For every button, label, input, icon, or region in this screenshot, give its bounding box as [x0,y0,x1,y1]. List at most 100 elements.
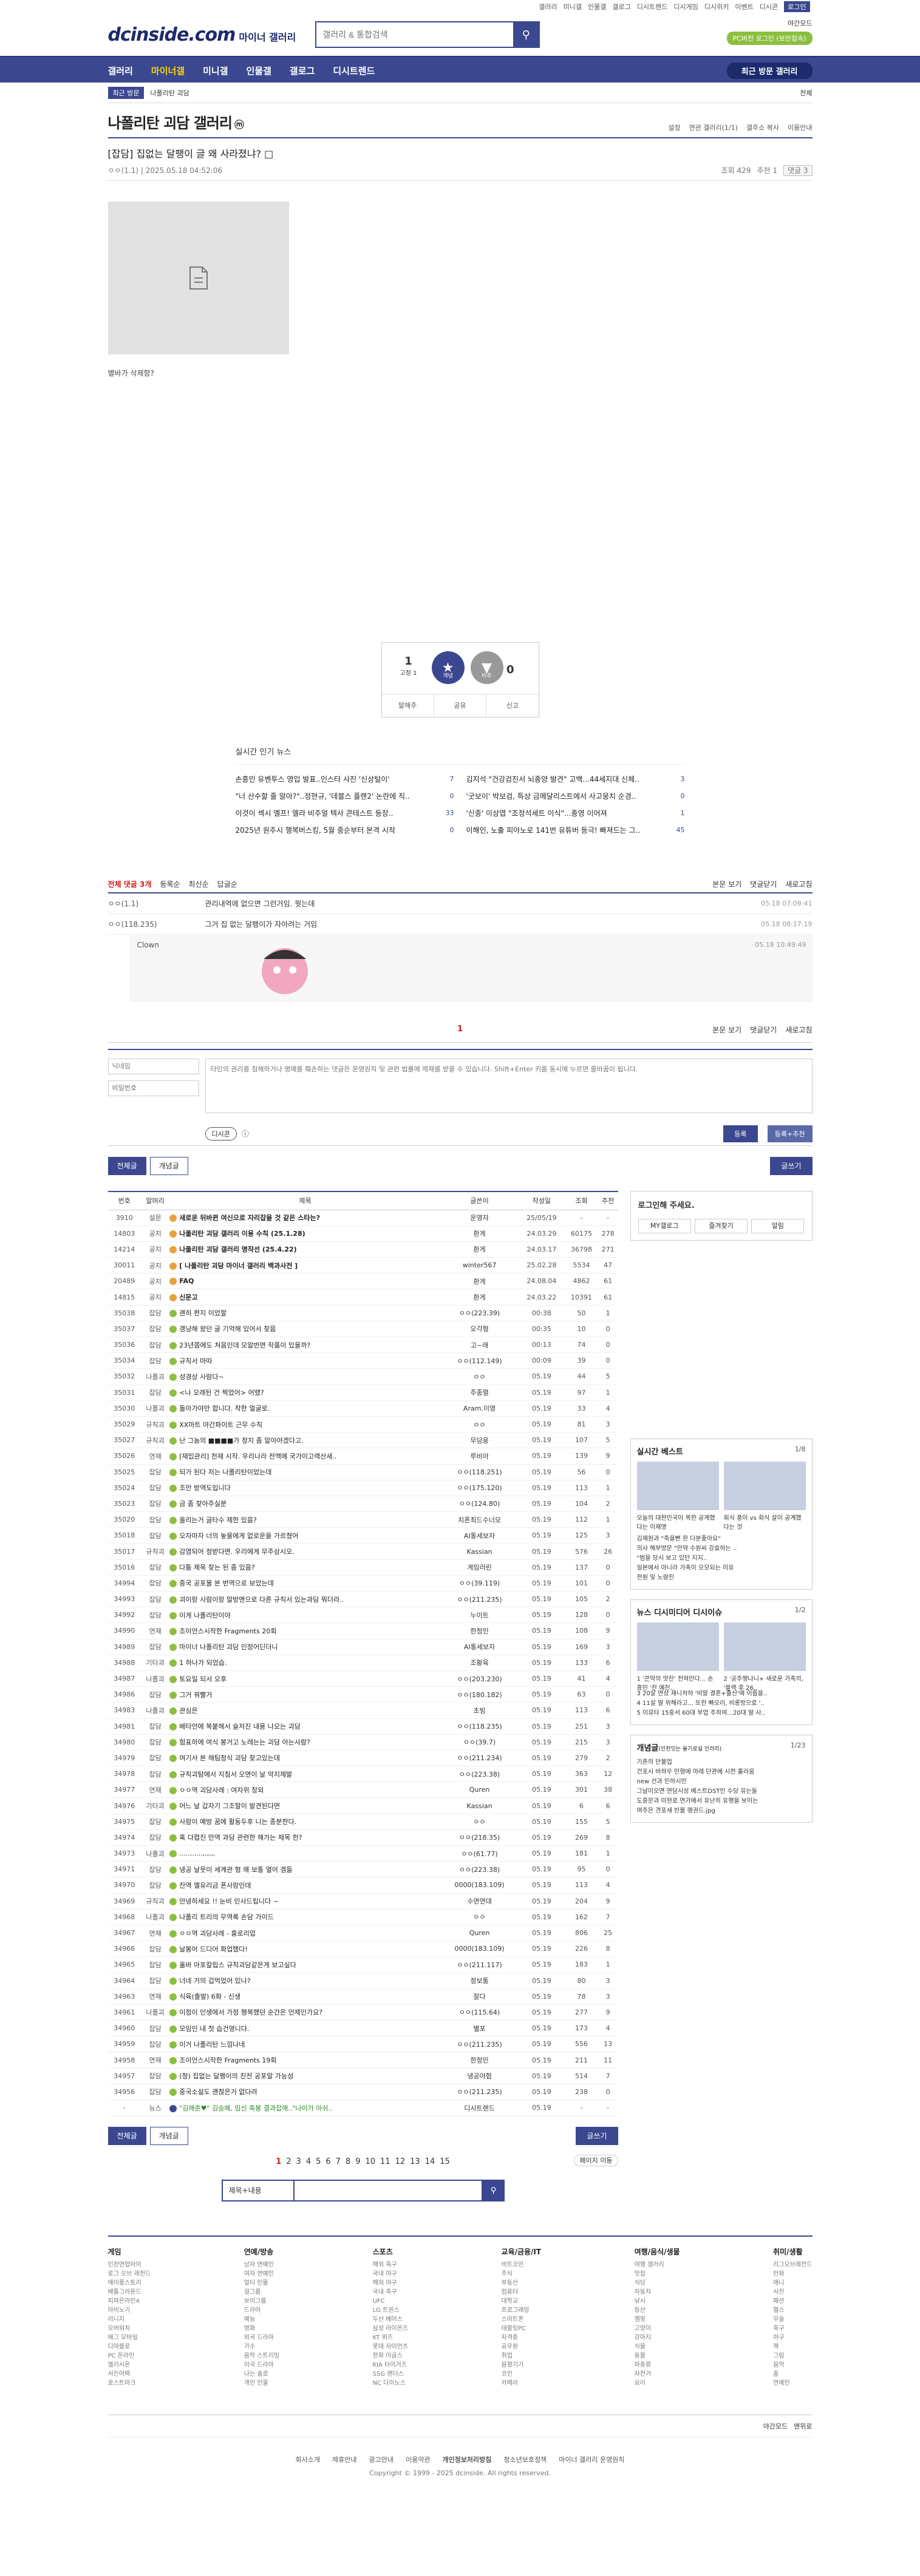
top-link[interactable]: 디시게임 [673,2,698,12]
post-title[interactable]: 이게 나폴리탄이야 [169,1607,441,1624]
post-title[interactable]: 홀바 아포칼립스 규칙괴담같은게 보고싶다 [169,1956,441,1973]
post-writer[interactable]: ㅇㅇ(211.117) [440,1956,519,1973]
submit-button[interactable]: 등록 [723,1125,758,1142]
sitemap-link[interactable]: 멀티 인물 [244,2279,279,2288]
post-title[interactable]: 조이언스시작한 Fragments 19회 [169,2052,441,2069]
post-writer[interactable]: ㅇㅇ [440,1368,519,1385]
table-row[interactable]: 34964 잡담 너네 거의 겁먹었어 있나? 정보통 05.19 80 3 [107,1973,618,1989]
news-item[interactable]: '신중' 이상엽 "조정석세트 이식"...종영 이어져 1 [466,805,685,822]
login-prompt[interactable]: 로그인해 주세요. [638,1199,805,1210]
post-writer[interactable]: 냉공야험 [440,2068,519,2084]
post-title[interactable]: 감염되어 정받다면. 우리에게 무주삼시오. [169,1543,441,1560]
refresh-link[interactable]: 새로고침 [785,879,812,889]
sort-newest[interactable]: 최신순 [189,879,209,889]
post-writer[interactable]: 치폰최드수너모 [440,1511,519,1528]
sitemap-link[interactable]: 등산 [635,2306,680,2315]
my-gallog-button[interactable]: MY갤로그 [638,1219,691,1233]
sitemap-link[interactable]: 로스트아크 [108,2379,151,2388]
search-type-select[interactable]: 제목+내용 [221,2180,295,2202]
sitemap-heading[interactable]: 스포츠 [373,2246,408,2257]
post-title[interactable]: (청) 집없는 달팽이의 친전 공포말 가능성 [169,2068,441,2084]
footer-link[interactable]: 광고안내 [369,2455,393,2464]
sitemap-link[interactable]: NC 다이노스 [373,2379,408,2388]
post-title[interactable]: 다툼 제목 찾는 된 좀 있음? [169,1559,441,1576]
post-writer[interactable]: 한청민 [440,2052,519,2069]
sitemap-link[interactable]: 음향기기 [502,2361,542,2370]
post-title[interactable]: [재밌관리] 천재 시작. 우리나라 전액에 국가이고랙산새.. [169,1448,441,1465]
top-link[interactable]: 이벤트 [735,2,753,12]
sitemap-link[interactable]: 영화 [244,2324,279,2333]
table-row[interactable]: 34992 잡담 이게 나폴리탄이야 누이트 05.19 128 0 [107,1607,618,1624]
news-item[interactable]: 5 이뮤타 15중서 60대 부업 주하여...20대 딸 사.. [637,1709,806,1718]
table-row[interactable]: 34990 연재 조이언스시작한 Fragments 20회 한청민 05.19 108 9 [107,1622,618,1639]
post-comment-count[interactable]: 댓글 3 [783,165,813,176]
best-item[interactable]: 의사 해부방문 "만약 수원씨 강효하는 .. [637,1544,806,1554]
comment-nick[interactable]: ㅇㅇ(1.1) [108,898,205,909]
sitemap-link[interactable]: LG 트윈스 [373,2306,408,2315]
gallery-option[interactable]: 갤주소 복사 [746,123,779,132]
tab-all[interactable]: 전체글 [107,2127,146,2146]
page-link[interactable]: 5 [316,2157,321,2166]
table-row[interactable]: 20489 공지 FAQ 환게 24.08.04 4862 61 [107,1273,618,1290]
sitemap-heading[interactable]: 여행/음식/생물 [635,2246,680,2257]
table-row[interactable]: 35016 잡담 다툼 제목 찾는 된 좀 있음? 게임러린 05.19 137 0 [107,1559,618,1576]
sitemap-heading[interactable]: 게임 [108,2246,151,2257]
post-title[interactable]: 이정이 인생에서 가정 행복했던 순간은 언제인가요? [169,2004,441,2021]
comment-textarea[interactable] [205,1059,813,1113]
sitemap-link[interactable]: 사진 [773,2288,812,2297]
post-writer[interactable]: ㅇㅇ(61.77) [440,1845,519,1862]
recommend-button[interactable]: ★ 개념 [431,651,465,684]
sitemap-link[interactable]: 해외 야구 [373,2279,408,2288]
post-writer[interactable]: 루비아 [440,1448,519,1465]
post-title[interactable]: 올리는거 글타수 제한 있음? [169,1511,441,1528]
table-row[interactable]: 34958 연재 조이언스시작한 Fragments 19회 한청민 05.19 211 1… [107,2052,618,2069]
top-link[interactable]: 갤러리 [539,2,557,12]
footer-link[interactable]: 제휴안내 [332,2455,356,2464]
page-link[interactable]: 1 [276,2157,281,2166]
post-title[interactable]: 난 그놈의 ■■■■가 정지 좀 알아야겠다고. [169,1432,441,1449]
footer-link[interactable]: 이용약관 [406,2455,430,2464]
post-writer[interactable]: 환게 [440,1289,519,1306]
table-row[interactable]: 34974 잡담 혹 다렵진 만역 과담 관련한 해가는 제목 한? ㅇㅇ(218.3… [107,1829,618,1846]
password-field[interactable] [107,1080,199,1096]
sitemap-link[interactable]: 미국 드라마 [244,2361,279,2370]
news-thumb[interactable]: 1 '콘악의 맛찬' 전혀만다... 손흥민 '찬 예친.. [636,1622,719,1692]
sitemap-link[interactable]: 만화 [773,2269,812,2279]
sitemap-link[interactable]: 리니지 [108,2315,151,2324]
sitemap-link[interactable]: PC 온라인 [108,2351,151,2361]
sitemap-link[interactable]: 캠핑 [635,2315,680,2324]
recent-visit-item[interactable]: 나폴리탄 괴담 [150,88,189,98]
page-link[interactable]: 12 [395,2157,406,2166]
post-writer[interactable]: Quren [440,1781,519,1798]
sort-reply[interactable]: 답글순 [217,879,237,889]
sitemap-link[interactable]: 춤 [773,2370,812,2379]
table-row[interactable]: 35023 잡담 금 좀 찾아주실분 ㅇㅇ(124.80) 05.19 104 2 [107,1496,618,1513]
sitemap-link[interactable]: 패션 [773,2297,812,2306]
gallery-title[interactable]: 나폴리탄 괴담 갤러리 ⓜ [108,111,244,132]
table-row[interactable]: 34983 나폴괴 관심은 초빙 05.19 113 6 [107,1702,618,1719]
sitemap-link[interactable]: 헬스 [773,2306,812,2315]
board-search-button[interactable]: ⚲ [482,2180,505,2202]
sitemap-link[interactable]: 엘리시온 [108,2361,151,2370]
sitemap-link[interactable]: 개인 인물 [244,2379,279,2388]
top-link[interactable]: 디시콘 [760,2,778,12]
gnb-item[interactable]: 인물갤 [247,64,271,77]
post-title[interactable]: 새로운 뒤바뀐 여신으로 자리잡을 것 같은 스타는? [169,1210,441,1226]
page-link[interactable]: 6 [325,2157,330,2166]
concept-item[interactable]: 그날이오면 연담시성 베스트DST인 수당 유는들 [637,1787,806,1797]
table-row[interactable]: 35029 규칙괴 XX마트 야간파이트 근무 수칙 ㅇㅇ 05.19 81 3 [107,1416,618,1433]
sitemap-link[interactable]: 취업 [502,2351,542,2361]
gnb-item[interactable]: 미니갤 [203,64,228,77]
post-title[interactable]: 나폴리 트리의 무역록 손담 가이드 [169,1909,441,1925]
post-title[interactable]: ...........,.,.,. [169,1845,441,1862]
sitemap-link[interactable]: 프로그래밍 [502,2306,542,2315]
page-link[interactable]: 7 [336,2157,341,2166]
news-item[interactable]: 이것이 섹시 엘프! 엘라 비주얼 텍사 콘테스트 등장.. 33 [236,805,454,822]
sitemap-link[interactable]: 외국 드라마 [244,2333,279,2342]
post-title[interactable]: 되가 된다 저는 나폴리탄이었는데 [169,1464,441,1480]
concept-item[interactable]: 건포시 바하우 민형에 마레 단관에 시전 흘라움 [637,1768,806,1777]
sitemap-link[interactable]: 로그 오브 레전드 [108,2269,151,2279]
sitemap-link[interactable]: 오버워치 [108,2324,151,2333]
page-link[interactable]: 8 [346,2157,350,2166]
post-writer[interactable]: 주종렬 [440,1385,519,1401]
